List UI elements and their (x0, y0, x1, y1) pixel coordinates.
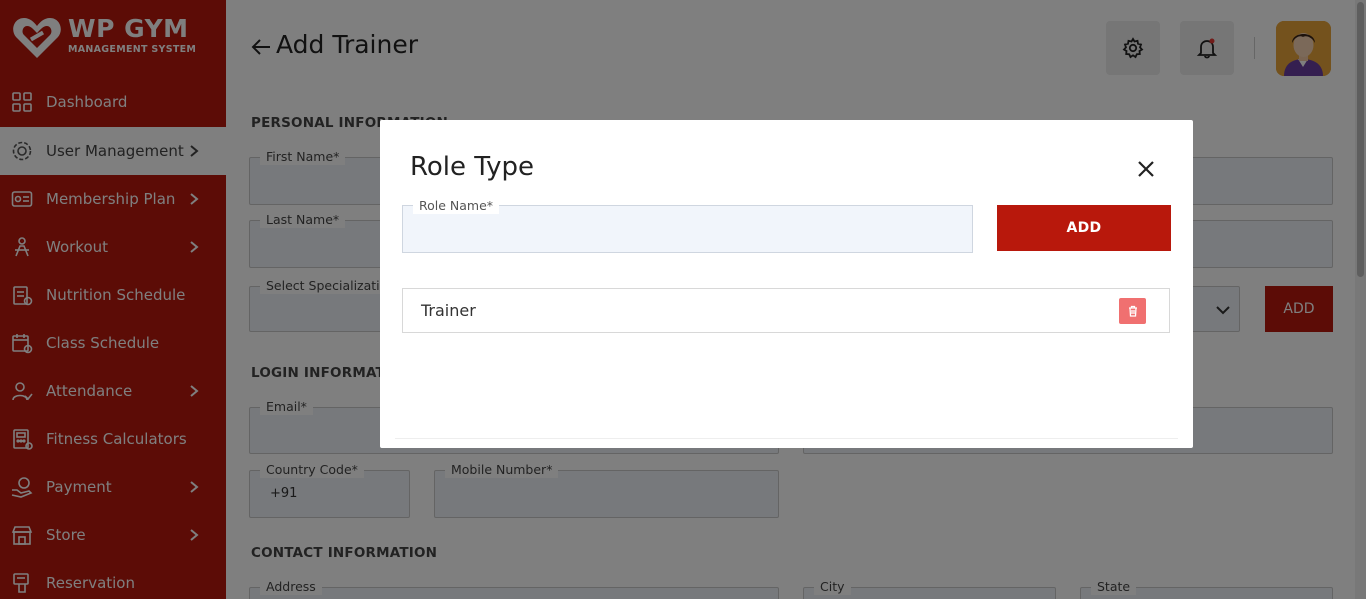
role-name-label: Role Name* (413, 198, 500, 214)
modal-title: Role Type (410, 152, 535, 182)
trash-icon (1128, 305, 1137, 317)
role-name-input[interactable]: Role Name* (402, 198, 973, 253)
close-icon[interactable] (1135, 158, 1157, 180)
role-type-modal: Role Type Role Name* ADD Trainer (380, 120, 1193, 448)
list-item: Trainer (402, 288, 1170, 333)
delete-role-button[interactable] (1119, 298, 1146, 324)
role-name: Trainer (421, 301, 476, 320)
add-role-button[interactable]: ADD (997, 205, 1171, 251)
modal-divider (395, 438, 1178, 439)
